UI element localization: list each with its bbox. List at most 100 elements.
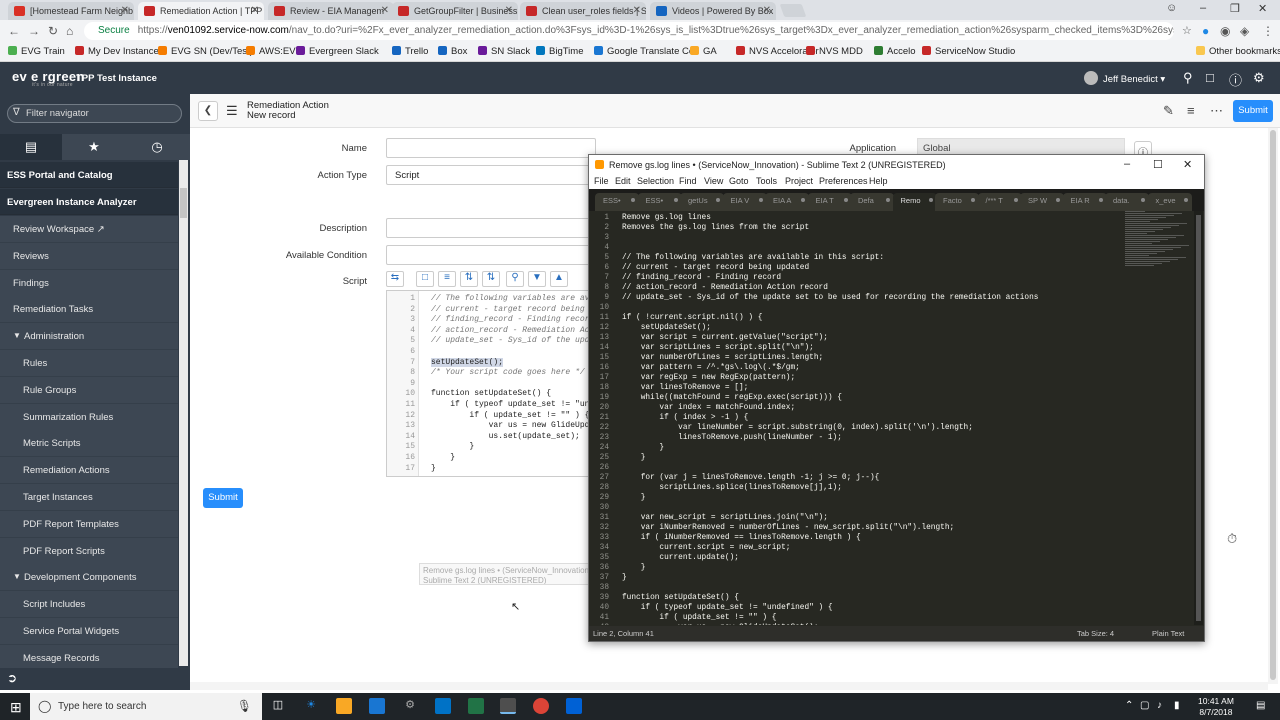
tab-dirty-dot-icon[interactable] [928, 198, 933, 202]
tab-dirty-dot-icon[interactable] [801, 198, 805, 202]
sublime-menu-item[interactable]: Goto [729, 176, 749, 186]
tab-dirty-dot-icon[interactable] [758, 198, 763, 202]
personalize-icon[interactable]: ≡ [1187, 103, 1195, 118]
nav-module-item[interactable]: PDF Report Templates [0, 510, 178, 538]
comment-icon[interactable]: □ [416, 271, 434, 287]
search-icon[interactable]: ⚲ [1183, 70, 1193, 86]
sublime-tab[interactable]: SP W [1020, 193, 1064, 211]
nav-module-item[interactable]: Review Workspace ↗ [0, 216, 178, 243]
sublime-tab[interactable]: getUs [680, 193, 724, 211]
bookmark-item[interactable]: EVG Train [8, 46, 65, 57]
browser-tab[interactable]: Videos | Powered By Box ✕ [650, 2, 776, 20]
tab-dirty-dot-icon[interactable] [971, 198, 975, 202]
minimize-icon[interactable]: – [1200, 2, 1206, 14]
nav-module-item[interactable]: Metric Scripts [0, 430, 178, 458]
tray-chevron-icon[interactable]: ⌃ [1125, 700, 1133, 711]
filter-navigator-input[interactable]: ∇ Filter navigator [7, 104, 182, 123]
tab-size[interactable]: Tab Size: 4 [1077, 629, 1114, 638]
navigator-scrollbar[interactable] [179, 160, 188, 666]
sublime-title-bar[interactable]: Remove gs.log lines • (ServiceNow_Innova… [589, 155, 1204, 175]
chat-icon[interactable]: □ [1206, 70, 1214, 85]
app-icon[interactable] [468, 698, 484, 714]
tab-dirty-dot-icon[interactable] [886, 198, 890, 202]
tab-favorites[interactable]: ★ [63, 134, 125, 160]
sublime-menu-item[interactable]: Preferences [819, 176, 868, 186]
home-icon[interactable]: ⌂ [66, 24, 73, 38]
bookmark-item[interactable]: ServiceNow Studio [922, 46, 1015, 57]
sublime-scrollbar[interactable] [1194, 211, 1203, 625]
sublime-tab[interactable]: ESS• [637, 193, 682, 211]
volume-icon[interactable]: ♪ [1157, 700, 1162, 711]
close-tab-icon[interactable]: ✕ [121, 5, 129, 16]
collapse-nav-icon[interactable]: ➲ [7, 671, 17, 685]
nav-app-evergreen-analyzer[interactable]: Evergreen Instance Analyzer [0, 189, 178, 215]
script-editor[interactable]: 1// The following variables are avail 2//… [386, 290, 606, 477]
action-type-select[interactable]: Script [386, 165, 596, 185]
sublime-tab[interactable]: EIA T [807, 193, 852, 211]
tab-dirty-dot-icon[interactable] [631, 198, 635, 202]
form-horizontal-scrollbar[interactable] [190, 682, 1268, 690]
tab-all-applications[interactable]: ▤ [0, 134, 62, 160]
microphone-icon[interactable]: 🎙 [237, 699, 252, 713]
sublime-tab[interactable]: x_eve [1147, 193, 1192, 211]
extension-icon[interactable]: ◈ [1240, 24, 1249, 38]
task-view-icon[interactable]: ◫ [270, 698, 286, 714]
back-arrow-icon[interactable]: ← [8, 24, 20, 38]
maximize-icon[interactable]: ❐ [1230, 2, 1240, 15]
tab-dirty-dot-icon[interactable] [1013, 198, 1018, 202]
close-tab-icon[interactable]: ✕ [505, 5, 513, 16]
store-icon[interactable] [369, 698, 385, 714]
context-menu-icon[interactable]: ☰ [226, 103, 238, 119]
submit-button-bottom[interactable]: Submit [203, 488, 243, 508]
sublime-tab[interactable]: EIA A [765, 193, 809, 211]
browser-tab[interactable]: Remediation Action | TPP ✕ [138, 2, 264, 20]
form-scrollbar[interactable] [1268, 128, 1278, 684]
minimize-icon[interactable]: – [1124, 158, 1130, 170]
available-condition-field[interactable] [386, 245, 596, 265]
nav-module-item[interactable]: Remediation Actions [0, 457, 178, 485]
clock[interactable]: 10:41 AM 8/7/2018 [1198, 696, 1234, 718]
user-menu[interactable]: Jeff Benedict ▾ [1084, 71, 1165, 85]
tab-history[interactable]: ◷ [126, 134, 188, 160]
close-icon[interactable]: ✕ [1183, 158, 1192, 171]
nav-module-item[interactable]: Remediation Tasks [0, 296, 178, 324]
evergreen-logo[interactable]: ev e rgreen it's in our nature [12, 69, 85, 88]
bookmark-item[interactable]: Accelo [874, 46, 916, 57]
maximize-icon[interactable]: ☐ [1153, 158, 1163, 171]
tab-dirty-dot-icon[interactable] [1141, 198, 1145, 202]
tab-dirty-dot-icon[interactable] [716, 198, 720, 202]
sublime-code-area[interactable]: 1 Remove gs.log lines 2 Removes the gs.log … [589, 211, 1194, 625]
close-tab-icon[interactable]: ✕ [763, 5, 771, 16]
taskbar-search-input[interactable]: ◯ Type here to search 🎙 [30, 693, 262, 720]
sublime-tab[interactable]: EIA R [1062, 193, 1107, 211]
sublime-tab[interactable]: /*** T [977, 193, 1022, 211]
nav-module-item[interactable]: Target Instances [0, 484, 178, 511]
sublime-menu-item[interactable]: Tools [756, 176, 777, 186]
help-icon[interactable]: ⓘ [1229, 70, 1242, 89]
url-input[interactable]: Secure https://ven01092.service-now.com/n… [84, 22, 1174, 40]
browser-tab[interactable]: Review - EIA Managem ✕ [268, 2, 394, 20]
bookmark-item[interactable]: Evergreen Slack [296, 46, 379, 57]
timer-icon[interactable]: ⏱ [1227, 531, 1237, 547]
sublime-menu-item[interactable]: Selection [637, 176, 674, 186]
battery-icon[interactable]: ▮ [1174, 700, 1180, 711]
find-next-icon[interactable]: ▼ [528, 271, 546, 287]
forward-arrow-icon[interactable]: → [28, 24, 40, 38]
nav-app-ess-portal[interactable]: ESS Portal and Catalog [0, 162, 178, 188]
new-tab-button[interactable] [779, 4, 807, 17]
sublime-taskbar-icon[interactable] [500, 698, 516, 714]
browser-tab[interactable]: GetGroupFilter | Business ✕ [392, 2, 518, 20]
profile-icon[interactable]: ☺ [1166, 2, 1177, 14]
tab-dirty-dot-icon[interactable] [1183, 198, 1188, 202]
network-icon[interactable]: ▢ [1140, 700, 1149, 711]
sublime-tab[interactable]: Remo [892, 193, 937, 211]
settings-icon[interactable]: ⚙ [402, 698, 418, 714]
nav-module-item[interactable]: Rules [0, 350, 178, 377]
extension-icon[interactable]: ● [1202, 24, 1209, 38]
more-options-icon[interactable]: ⋯ [1210, 103, 1223, 119]
replace-icon[interactable]: ⇅ [460, 271, 478, 287]
nav-module-item[interactable]: Findings [0, 269, 178, 297]
sublime-menu-item[interactable]: Edit [615, 176, 631, 186]
nav-module-item[interactable]: Reviews [0, 242, 178, 270]
bookmark-item[interactable]: My Dev Instance [75, 46, 159, 57]
